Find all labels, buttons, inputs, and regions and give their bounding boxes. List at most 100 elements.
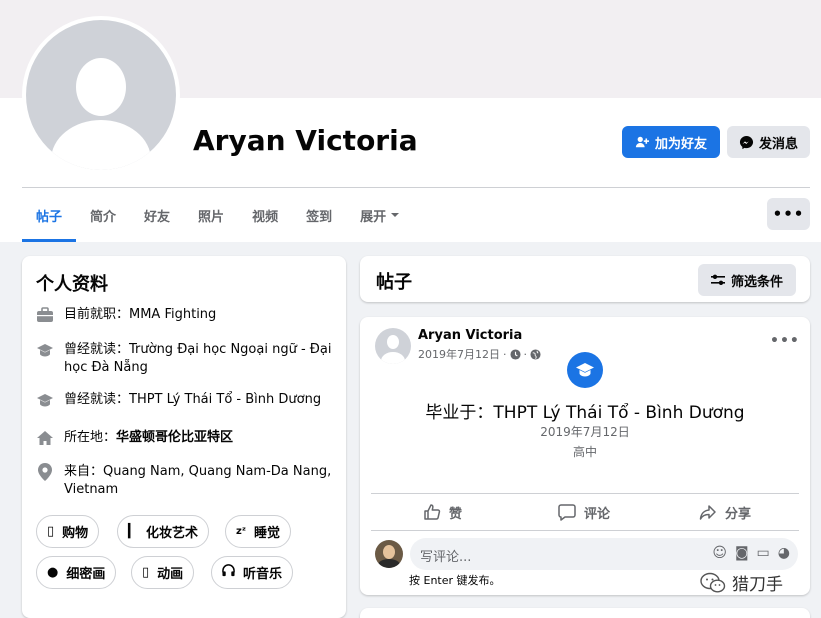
- tab-friends[interactable]: 好友: [130, 188, 184, 242]
- gif-icon[interactable]: ▭: [757, 545, 770, 561]
- hobby-chip-music[interactable]: 听音乐: [211, 556, 294, 589]
- enter-hint: 按 Enter 键发布。: [409, 574, 501, 587]
- watermark-text: 猎刀手: [732, 575, 783, 595]
- clock-icon: [509, 348, 521, 360]
- hobby-label: 动画: [157, 567, 184, 582]
- meta-separator: ·: [523, 347, 528, 361]
- location-pin-icon: [36, 463, 54, 481]
- tab-label: 简介: [90, 209, 117, 225]
- animation-icon: ▯: [142, 565, 150, 580]
- hobby-chip-animation[interactable]: ▯ 动画: [131, 556, 195, 589]
- share-button[interactable]: 分享: [699, 501, 751, 523]
- message-label: 发消息: [758, 136, 798, 152]
- intro-item-work: 目前就职：MMA Fighting: [36, 306, 336, 324]
- comment-placeholder: 写评论...: [420, 550, 472, 565]
- profile-tabs: 帖子 简介 好友 照片 视频 签到 展开: [22, 188, 414, 242]
- home-icon: [36, 429, 54, 447]
- watermark: 猎刀手: [700, 570, 783, 595]
- tab-about[interactable]: 简介: [76, 188, 130, 242]
- next-post-card: [360, 608, 810, 618]
- graduation-level: 高中: [572, 445, 597, 459]
- intro-item-prefix: 所在地：: [64, 430, 117, 445]
- post-card: Aryan Victoria 2019年7月12日 · · ••• 毕业于：TH…: [360, 317, 810, 595]
- tab-label: 视频: [252, 209, 279, 225]
- hobby-chip-shopping[interactable]: ▯ 购物: [36, 515, 100, 548]
- comment-label: 评论: [584, 506, 611, 522]
- intro-item-current-city: 所在地：华盛顿哥伦比亚特区: [36, 429, 336, 447]
- globe-icon: [530, 348, 541, 360]
- comment-button[interactable]: 评论: [558, 501, 610, 523]
- share-label: 分享: [725, 506, 752, 522]
- post-date[interactable]: 2019年7月12日: [418, 346, 500, 362]
- hobby-chip-miniature[interactable]: ● 细密画: [36, 556, 117, 589]
- profile-name: Aryan Victoria: [193, 124, 418, 157]
- messenger-icon: [739, 135, 754, 149]
- sliders-icon: [710, 274, 725, 285]
- intro-item-text: 来自：Quang Nam, Quang Nam-Da Nang, Vietnam: [64, 464, 332, 497]
- tab-label: 帖子: [36, 209, 63, 225]
- sleep-icon: zᶻ: [236, 526, 246, 537]
- intro-item-city[interactable]: 华盛顿哥伦比亚特区: [116, 430, 233, 445]
- graduation-cap-icon: [36, 391, 54, 409]
- intro-item-text: 所在地：华盛顿哥伦比亚特区: [64, 429, 233, 447]
- comment-input[interactable]: 写评论... ☺ ◙ ▭ ◕: [410, 538, 798, 570]
- post-author-name[interactable]: Aryan Victoria: [418, 328, 522, 343]
- headphones-icon: [222, 564, 235, 581]
- current-user-avatar[interactable]: [375, 540, 403, 568]
- chevron-down-icon: [391, 213, 400, 217]
- hobby-label: 睡觉: [254, 526, 281, 541]
- tab-photos[interactable]: 照片: [184, 188, 238, 242]
- graduation-cap-icon: [36, 341, 54, 359]
- intro-item-text: 目前就职：MMA Fighting: [64, 307, 217, 322]
- post-divider: [371, 493, 799, 494]
- posts-header-card: 帖子 筛选条件: [360, 256, 810, 302]
- wechat-icon: [700, 572, 726, 593]
- add-friend-label: 加为好友: [654, 136, 707, 152]
- hobby-label: 购物: [62, 526, 89, 541]
- profile-more-button[interactable]: •••: [767, 198, 810, 230]
- post-author-avatar[interactable]: [375, 328, 411, 364]
- graduation-badge-icon: [567, 352, 603, 388]
- comment-icon: [558, 504, 576, 521]
- comment-tools: ☺ ◙ ▭ ◕: [712, 545, 790, 561]
- tab-checkins[interactable]: 签到: [292, 188, 346, 242]
- hobby-label: 细密画: [66, 567, 106, 582]
- sticker-icon[interactable]: ◕: [778, 545, 790, 561]
- default-avatar-silhouette: [26, 20, 176, 170]
- tab-posts[interactable]: 帖子: [22, 188, 77, 242]
- intro-title: 个人资料: [36, 274, 108, 295]
- intro-item-hometown: 来自：Quang Nam, Quang Nam-Da Nang, Vietnam: [36, 463, 336, 499]
- thumbs-up-icon: [424, 504, 441, 520]
- graduation-date: 2019年7月12日: [540, 425, 630, 439]
- profile-avatar[interactable]: [22, 16, 180, 174]
- tab-label: 照片: [198, 209, 225, 225]
- intro-item-education: 曾经就读：Trường Đại học Ngoại ngữ - Đại học …: [36, 341, 336, 377]
- tab-more[interactable]: 展开: [346, 188, 414, 242]
- like-label: 赞: [449, 506, 463, 522]
- camera-icon[interactable]: ◙: [735, 545, 749, 561]
- tab-label: 好友: [144, 209, 171, 225]
- post-options-button[interactable]: •••: [770, 333, 800, 349]
- posts-title: 帖子: [376, 272, 412, 293]
- tab-label: 签到: [306, 209, 333, 225]
- knitting-icon: ●: [47, 565, 59, 580]
- emoji-icon[interactable]: ☺: [712, 545, 727, 561]
- makeup-icon: ▎: [128, 524, 138, 539]
- intro-item-text: 曾经就读：THPT Lý Thái Tổ - Bình Dương: [64, 392, 322, 407]
- add-friend-button[interactable]: 加为好友: [622, 126, 720, 158]
- intro-item-text: 曾经就读：Trường Đại học Ngoại ngữ - Đại học …: [64, 342, 332, 375]
- intro-card: 个人资料 目前就职：MMA Fighting 曾经就读：Trường Đại h…: [22, 256, 346, 618]
- message-button[interactable]: 发消息: [727, 126, 810, 158]
- graduation-line: 毕业于：THPT Lý Thái Tổ - Bình Dương: [425, 403, 745, 423]
- meta-separator: ·: [503, 347, 507, 361]
- hobby-chip-makeup[interactable]: ▎ 化妆艺术: [117, 515, 210, 548]
- shopping-icon: ▯: [47, 524, 55, 539]
- tab-videos[interactable]: 视频: [238, 188, 292, 242]
- like-button[interactable]: 赞: [423, 501, 462, 523]
- hobby-label: 化妆艺术: [146, 526, 199, 541]
- hobby-chip-sleep[interactable]: zᶻ 睡觉: [225, 515, 292, 548]
- tab-label: 展开: [360, 209, 387, 225]
- filter-button[interactable]: 筛选条件: [698, 264, 796, 296]
- post-divider: [371, 530, 799, 531]
- hobby-label: 听音乐: [243, 567, 283, 582]
